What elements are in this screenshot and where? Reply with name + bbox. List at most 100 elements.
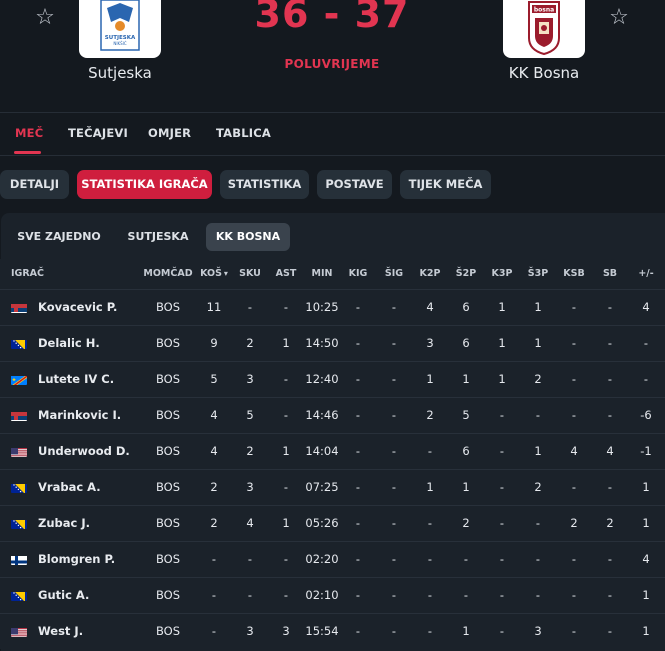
stat-sig: -: [391, 552, 397, 566]
stat-k2p: -: [427, 516, 433, 530]
stat-team: BOS: [155, 624, 181, 638]
tabs-divider: [0, 155, 665, 156]
column-header[interactable]: KIG: [340, 259, 376, 289]
stat-reb: 3: [246, 624, 254, 638]
player-name[interactable]: Blomgren P.: [38, 542, 115, 577]
table-row[interactable]: Kovacevic P. BOS 11- -10:25- -4 6 1 1- -4: [0, 289, 665, 325]
column-header[interactable]: Š2P: [448, 259, 484, 289]
table-header-row: IGRAČ MOMČAD KOŠ ▾ SKU AST MIN KIG ŠIG K2P Š2P K3P Š…: [0, 259, 665, 289]
player-name[interactable]: Kovacevic P.: [38, 290, 117, 325]
column-header[interactable]: SKU: [232, 259, 268, 289]
stat-team: BOS: [155, 300, 181, 314]
stat-team: BOS: [155, 552, 181, 566]
stat-ksb: -: [571, 336, 577, 350]
column-header[interactable]: MOMČAD: [141, 259, 195, 289]
column-header[interactable]: K2P: [412, 259, 448, 289]
stat-pts: 4: [210, 444, 218, 458]
stat-s3p: 1: [534, 444, 542, 458]
column-header[interactable]: AST: [268, 259, 304, 289]
tab-omjer[interactable]: OMJER: [148, 126, 191, 140]
column-header[interactable]: +/-: [628, 259, 664, 289]
stat-kig: -: [355, 372, 361, 386]
stat-ast: 1: [282, 516, 290, 530]
player-name[interactable]: Marinkovic I.: [38, 398, 121, 433]
stat-s2p: -: [463, 588, 469, 602]
stat-ksb: -: [571, 300, 577, 314]
stat-s2p: 2: [462, 516, 470, 530]
player-name[interactable]: Gutic A.: [38, 578, 89, 613]
stat-k3p: 1: [498, 372, 506, 386]
column-header[interactable]: K3P: [484, 259, 520, 289]
away-team-name[interactable]: KK Bosna: [474, 64, 614, 82]
home-team-name[interactable]: Sutjeska: [50, 64, 190, 82]
player-name[interactable]: Delalic H.: [38, 326, 100, 361]
table-row[interactable]: Underwood D. BOS 4 2 1 14:04- - -6-1 4 4 -1: [0, 433, 665, 469]
favorite-away-star-icon[interactable]: ☆: [607, 6, 631, 30]
column-header[interactable]: KOŠ ▾: [196, 259, 232, 289]
tab-tablica[interactable]: TABLICA: [216, 126, 271, 140]
table-row[interactable]: Vrabac A. BOS 2 3 - 07:25 - - 1 1 - 2 - - 1: [0, 469, 665, 505]
main-tab-bar: MEČ TEČAJEVI OMJER TABLICA: [0, 113, 665, 155]
table-row[interactable]: West J. BOS - 3 3 15:54 - - - 1 - 3 - - 1: [0, 613, 665, 649]
table-row[interactable]: Zubac J. BOS 2 4 1 05:26 - - - 2 - - 2 2 1: [0, 505, 665, 541]
subtab-sve-zajedno[interactable]: SVE ZAJEDNO: [9, 223, 109, 251]
stat-min: 15:54: [305, 624, 339, 638]
player-name[interactable]: Zubac J.: [38, 506, 90, 541]
flag-bosnia-icon: [11, 337, 27, 349]
subtab-sutjeska[interactable]: SUTJESKA: [119, 223, 197, 251]
stat-kig: -: [355, 624, 361, 638]
stat-reb: 3: [246, 372, 254, 386]
pill-detalji[interactable]: DETALJI: [0, 170, 69, 199]
stat-team: BOS: [155, 588, 181, 602]
favorite-home-star-icon[interactable]: ☆: [33, 6, 57, 30]
stat-ast: -: [283, 408, 289, 422]
player-name[interactable]: Lutete IV C.: [38, 362, 114, 397]
pill-tijek-meca[interactable]: TIJEK MEČA: [400, 170, 491, 199]
stat-k3p: -: [499, 552, 505, 566]
table-row[interactable]: Blomgren P. BOS - - - 02:20 - - - - - - - - 4: [0, 541, 665, 577]
sort-desc-icon: ▾: [223, 269, 228, 278]
stat-sig: -: [391, 336, 397, 350]
match-header: ☆ SUTJESKA NIKŠIĆ Sutjeska 36 - 37 POLUV…: [0, 0, 665, 112]
stat-min: 10:25: [305, 300, 339, 314]
stat-s2p: 5: [462, 408, 470, 422]
player-name[interactable]: Vrabac A.: [38, 470, 101, 505]
stat-ast: 3: [282, 624, 290, 638]
stat-ast: 1: [282, 444, 290, 458]
pill-postave[interactable]: POSTAVE: [317, 170, 392, 199]
player-name[interactable]: West J.: [38, 614, 83, 649]
stat-sig: -: [391, 444, 397, 458]
subtab-kk-bosna[interactable]: KK BOSNA: [206, 223, 290, 251]
column-header[interactable]: MIN: [304, 259, 340, 289]
stat-sb: -: [607, 300, 613, 314]
stat-ast: -: [283, 480, 289, 494]
table-row[interactable]: Delalic H. BOS 9 2 1 14:50 - - 3 6 1 1 - - -: [0, 325, 665, 361]
player-name[interactable]: Underwood D.: [38, 434, 130, 469]
pill-statistika-igraca[interactable]: STATISTIKA IGRAČA: [77, 170, 212, 199]
table-row[interactable]: Marinkovic I. BOS 4 5 - 14:46 - - 2 5 - - - - -6: [0, 397, 665, 433]
stat-ast: -: [283, 372, 289, 386]
table-row[interactable]: Gutic A. BOS - - - 02:10 - - - - - - - - 1: [0, 577, 665, 613]
away-team-logo[interactable]: bosna: [503, 0, 585, 58]
table-row[interactable]: Lutete IV C. BOS 5 3 - 12:40 - - 1 1 1 2 - - -: [0, 361, 665, 397]
tab-tecajevi[interactable]: TEČAJEVI: [68, 126, 128, 140]
stat-pts: 11: [206, 300, 222, 314]
stat-s2p: 1: [462, 372, 470, 386]
stat-pts: 2: [210, 480, 218, 494]
stat-k2p: 4: [426, 300, 434, 314]
column-header[interactable]: ŠIG: [376, 259, 412, 289]
stat-s3p: 2: [534, 480, 542, 494]
stat-k3p: -: [499, 516, 505, 530]
column-header[interactable]: Š3P: [520, 259, 556, 289]
stat-sig: -: [391, 624, 397, 638]
home-team-logo[interactable]: SUTJESKA NIKŠIĆ: [79, 0, 161, 58]
sutjeska-crest-icon: SUTJESKA NIKŠIĆ: [100, 0, 140, 51]
stat-kig: -: [355, 516, 361, 530]
column-header[interactable]: SB: [592, 259, 628, 289]
stat-sb: -: [607, 552, 613, 566]
stat-min: 05:26: [305, 516, 339, 530]
tab-mec[interactable]: MEČ: [15, 126, 43, 140]
column-header[interactable]: KSB: [556, 259, 592, 289]
pill-statistika[interactable]: STATISTIKA: [220, 170, 309, 199]
column-header[interactable]: IGRAČ: [11, 259, 71, 289]
